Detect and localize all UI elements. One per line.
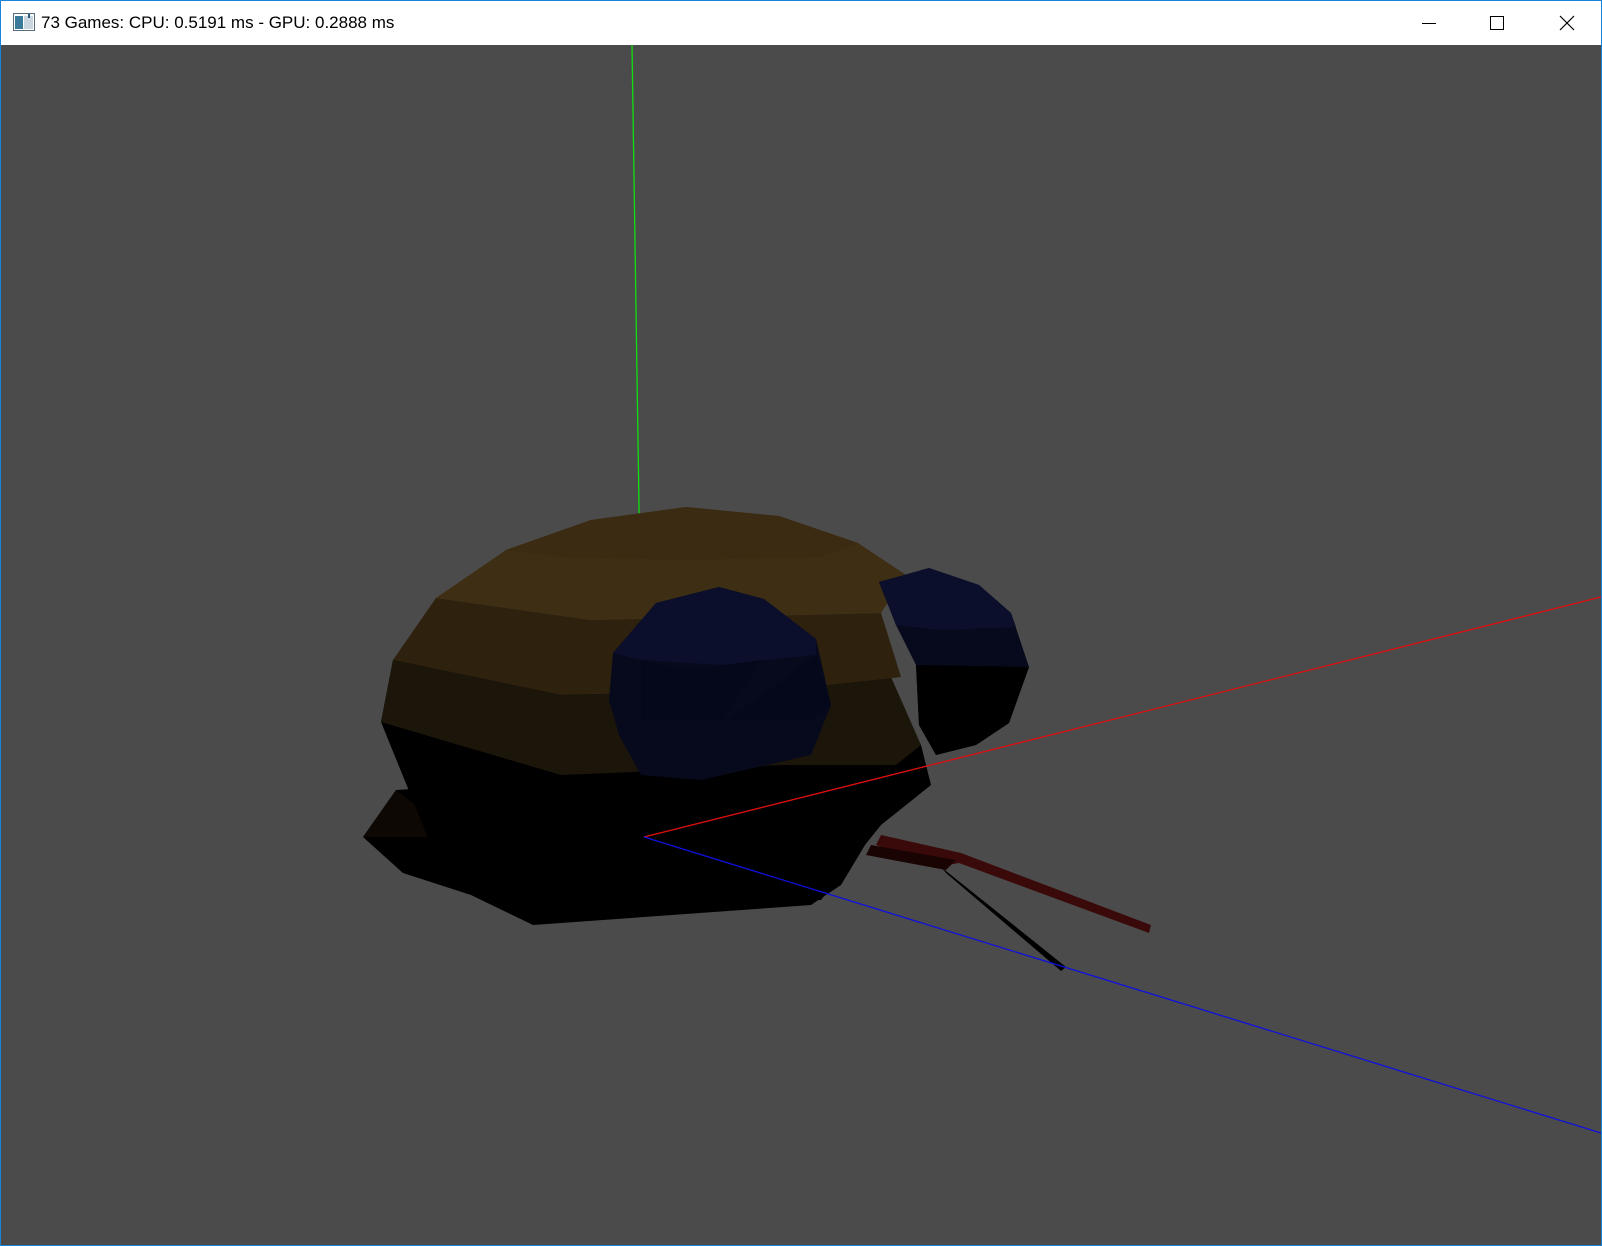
- minimize-button[interactable]: [1395, 1, 1463, 45]
- close-icon: [1559, 15, 1575, 31]
- render-viewport[interactable]: [1, 45, 1601, 1245]
- maximize-icon: [1489, 15, 1505, 31]
- scene-canvas: [363, 45, 1601, 1134]
- turtle-head-back-top: [879, 568, 1016, 630]
- z-axis-line: [643, 836, 1601, 1134]
- turtle-head-back-low: [916, 665, 1029, 755]
- minimize-icon: [1421, 15, 1437, 31]
- turtle-shell-crown: [506, 507, 858, 560]
- app-window-icon: [13, 13, 35, 31]
- window-title: 73 Games: CPU: 0.5191 ms - GPU: 0.2888 m…: [41, 13, 395, 32]
- title-bar[interactable]: 73 Games: CPU: 0.5191 ms - GPU: 0.2888 m…: [1, 1, 1601, 45]
- turtle-foot-right: [941, 867, 1066, 971]
- maximize-button[interactable]: [1463, 1, 1531, 45]
- turtle-tail: [876, 835, 1151, 933]
- close-button[interactable]: [1533, 1, 1601, 45]
- app-window: 73 Games: CPU: 0.5191 ms - GPU: 0.2888 m…: [0, 0, 1602, 1246]
